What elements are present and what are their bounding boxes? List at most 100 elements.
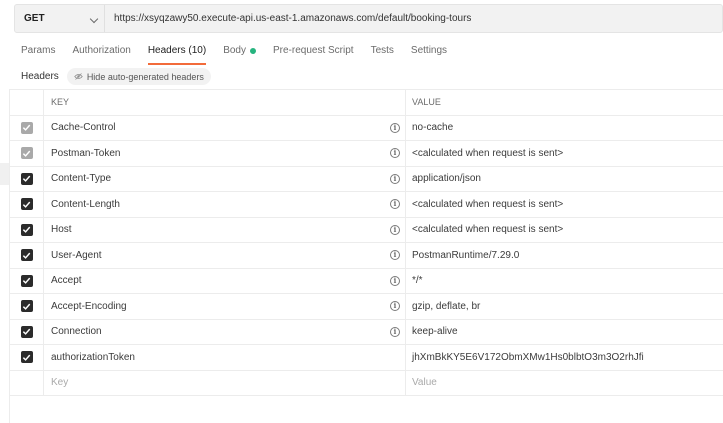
row-checkbox[interactable] (20, 121, 33, 134)
table-left-border-extension (9, 396, 10, 423)
info-icon[interactable]: i (390, 301, 400, 312)
column-header-key: KEY (44, 90, 406, 115)
row-key[interactable]: Accept i (44, 268, 406, 293)
checkmark-icon (22, 201, 31, 208)
row-value[interactable]: no-cache (406, 116, 723, 141)
row-check-cell (10, 166, 44, 191)
row-checkbox[interactable] (20, 147, 33, 160)
new-header-row: Key Value (10, 370, 723, 396)
tab-tests[interactable]: Tests (371, 43, 394, 65)
row-value[interactable]: keep-alive (406, 320, 723, 345)
checkmark-icon (22, 252, 31, 259)
info-icon[interactable]: i (390, 326, 400, 337)
row-value[interactable]: application/json (406, 167, 723, 192)
eye-off-icon (74, 73, 83, 80)
request-tabs: Params Authorization Headers (10) Body P… (21, 43, 464, 65)
row-key-text: Host (51, 224, 72, 236)
row-check-cell (10, 141, 44, 166)
row-key-text: Connection (51, 326, 102, 338)
row-checkbox[interactable] (20, 172, 33, 185)
row-key-text: User-Agent (51, 249, 102, 261)
table-row: Content-Type i application/json (10, 166, 723, 192)
new-key-input[interactable]: Key (44, 370, 406, 395)
method-label: GET (24, 13, 45, 24)
row-check-cell (10, 243, 44, 268)
info-icon[interactable]: i (390, 250, 400, 261)
tab-params[interactable]: Params (21, 43, 55, 65)
table-row: Cache-Control i no-cache (10, 115, 723, 141)
row-key[interactable]: Accept-Encoding i (44, 294, 406, 319)
tab-headers[interactable]: Headers (10) (147, 43, 207, 65)
row-value[interactable]: jhXmBkKY5E6V172ObmXMw1Hs0blbtO3m3O2rhJfi (406, 345, 723, 370)
table-row: Host i <calculated when request is sent> (10, 217, 723, 243)
table-row: Content-Length i <calculated when request… (10, 192, 723, 218)
row-value[interactable]: PostmanRuntime/7.29.0 (406, 243, 723, 268)
row-checkbox[interactable] (20, 198, 33, 211)
table-row: Connection i keep-alive (10, 319, 723, 345)
row-checkbox[interactable] (20, 351, 33, 364)
row-key[interactable]: authorizationToken (44, 345, 406, 370)
tab-authorization[interactable]: Authorization (72, 43, 130, 65)
hide-auto-generated-headers-button[interactable]: Hide auto-generated headers (66, 68, 211, 85)
info-icon[interactable]: i (390, 275, 400, 286)
row-key[interactable]: Postman-Token i (44, 141, 406, 166)
row-value[interactable]: <calculated when request is sent> (406, 141, 723, 166)
row-value[interactable]: <calculated when request is sent> (406, 192, 723, 217)
row-key[interactable]: Content-Type i (44, 166, 406, 191)
hide-button-label: Hide auto-generated headers (86, 71, 204, 82)
row-checkbox[interactable] (20, 300, 33, 313)
row-check-cell (10, 294, 44, 319)
checkmark-icon (22, 328, 31, 336)
request-url-bar: GET https://xsyqzawy50.execute-api.us-ea… (14, 4, 723, 33)
method-select[interactable]: GET (15, 5, 105, 32)
checkmark-icon (22, 175, 31, 183)
row-check-cell (10, 268, 44, 293)
row-value[interactable]: <calculated when request is sent> (406, 218, 723, 243)
checkmark-icon (22, 354, 31, 361)
row-value[interactable]: gzip, deflate, br (406, 294, 723, 319)
tab-body[interactable]: Body (223, 43, 256, 65)
body-indicator-dot (249, 48, 256, 54)
headers-table: KEY VALUE Cache-Control i no-cache Postma… (9, 89, 723, 396)
row-key[interactable]: Connection i (44, 319, 406, 344)
tab-settings[interactable]: Settings (411, 43, 447, 65)
row-key-text: Accept (51, 275, 82, 287)
row-check-cell (10, 192, 44, 217)
info-icon[interactable]: i (390, 173, 400, 184)
info-icon[interactable]: i (390, 148, 400, 159)
row-key-text: Content-Length (51, 198, 120, 210)
row-checkbox[interactable] (20, 274, 33, 287)
new-value-input[interactable]: Value (406, 371, 723, 396)
row-checkbox[interactable] (20, 325, 33, 338)
tab-body-label: Body (223, 45, 246, 56)
chevron-down-icon (89, 14, 99, 24)
table-row: Accept-Encoding i gzip, deflate, br (10, 294, 723, 320)
row-key-text: Cache-Control (51, 122, 116, 134)
checkmark-icon (22, 303, 31, 310)
row-key-text: Postman-Token (51, 147, 121, 159)
row-checkbox[interactable] (20, 223, 33, 236)
table-row: User-Agent i PostmanRuntime/7.29.0 (10, 243, 723, 269)
table-row: Postman-Token i <calculated when request … (10, 141, 723, 167)
row-key[interactable]: Content-Length i (44, 192, 406, 217)
info-icon[interactable]: i (390, 122, 400, 133)
row-key[interactable]: Cache-Control i (44, 115, 406, 140)
row-check-cell (10, 115, 44, 140)
row-value[interactable]: */* (406, 269, 723, 294)
row-key[interactable]: Host i (44, 217, 406, 242)
tab-pre-request-script[interactable]: Pre-request Script (273, 43, 354, 65)
row-checkbox[interactable] (20, 249, 33, 262)
checkmark-icon (22, 277, 31, 285)
headers-title: Headers (21, 71, 59, 82)
info-icon[interactable]: i (390, 199, 400, 210)
table-row: Accept i */* (10, 268, 723, 294)
info-icon[interactable]: i (390, 224, 400, 235)
header-check-cell (10, 90, 44, 115)
row-key[interactable]: User-Agent i (44, 243, 406, 268)
table-row: authorizationToken jhXmBkKY5E6V172ObmXMw… (10, 345, 723, 371)
row-check-cell (10, 319, 44, 344)
url-input[interactable]: https://xsyqzawy50.execute-api.us-east-1… (105, 13, 471, 24)
row-check-cell (10, 217, 44, 242)
row-check-cell (10, 345, 44, 370)
checkmark-icon (22, 150, 31, 157)
